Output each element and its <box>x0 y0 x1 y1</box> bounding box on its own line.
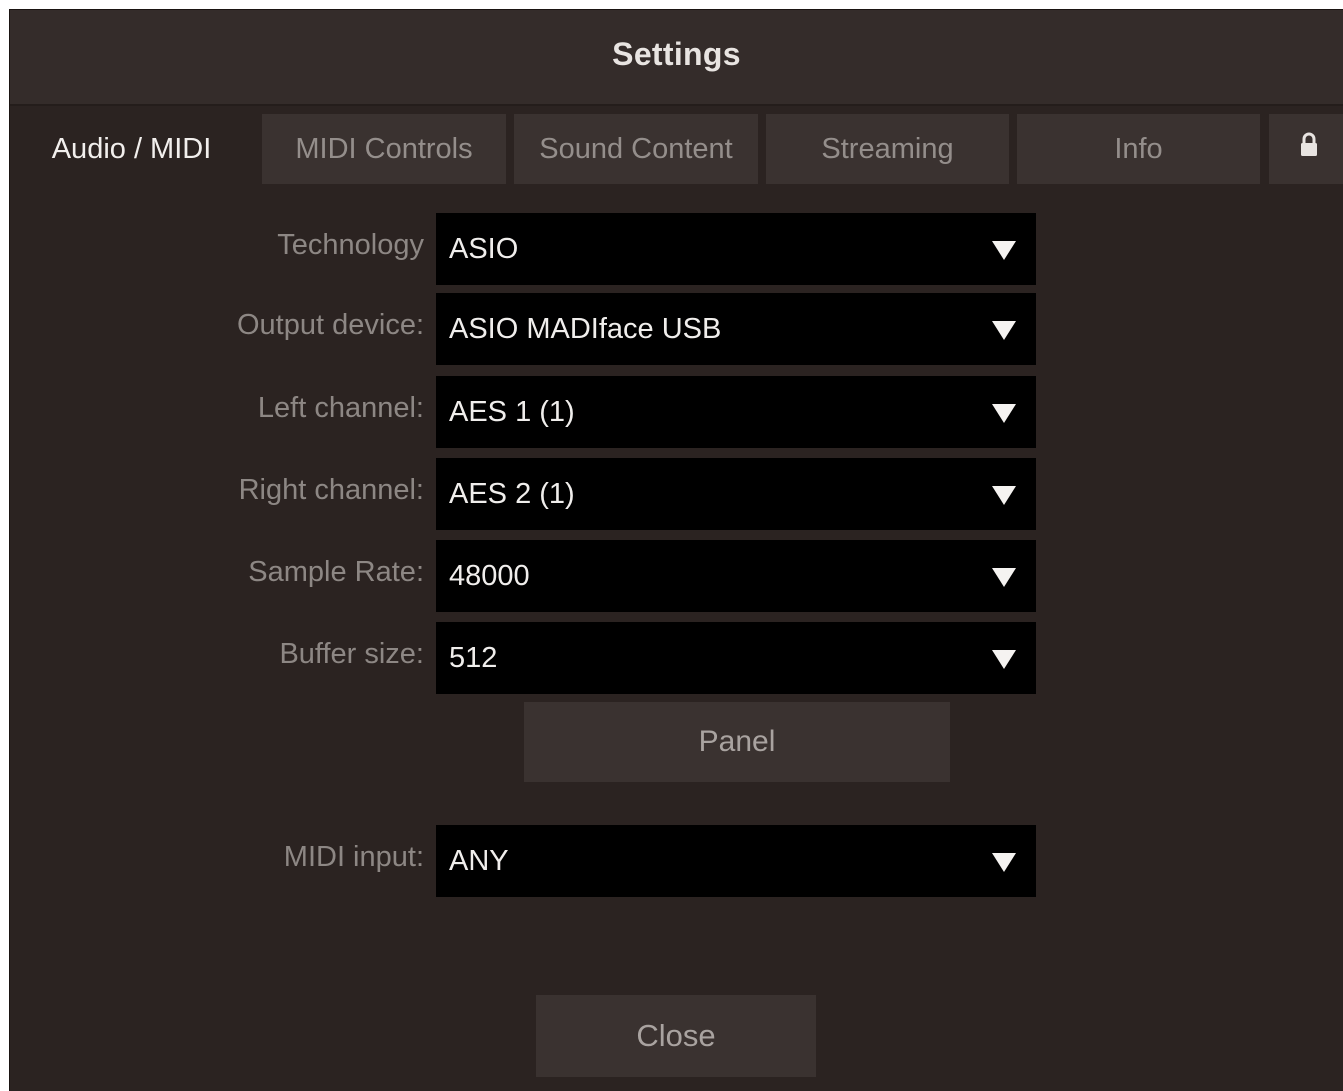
left-channel-value: AES 1 (1) <box>449 396 575 428</box>
dropdown-arrow-icon <box>992 568 1016 587</box>
output-device-label: Output device: <box>237 309 424 341</box>
right-channel-row: Right channel: AES 2 (1) <box>10 458 1343 530</box>
buffer-size-value: 512 <box>449 642 498 674</box>
dropdown-arrow-icon <box>992 404 1016 423</box>
output-device-select[interactable]: ASIO MADIface USB <box>436 293 1036 365</box>
tab-bar: Audio / MIDI MIDI Controls Sound Content… <box>10 114 1343 184</box>
buffer-size-row: Buffer size: 512 <box>10 622 1343 694</box>
right-channel-label: Right channel: <box>238 474 424 506</box>
left-channel-label: Left channel: <box>257 392 424 424</box>
dropdown-arrow-icon <box>992 853 1016 872</box>
window-title: Settings <box>612 36 741 72</box>
tab-midi-controls[interactable]: MIDI Controls <box>262 114 506 184</box>
settings-window: Settings Audio / MIDI MIDI Controls Soun… <box>9 9 1343 1091</box>
sample-rate-label: Sample Rate: <box>248 556 424 588</box>
tab-streaming[interactable]: Streaming <box>766 114 1009 184</box>
output-device-value: ASIO MADIface USB <box>449 313 722 345</box>
right-channel-select[interactable]: AES 2 (1) <box>436 458 1036 530</box>
left-channel-select[interactable]: AES 1 (1) <box>436 376 1036 448</box>
midi-input-select[interactable]: ANY <box>436 825 1036 897</box>
sample-rate-select[interactable]: 48000 <box>436 540 1036 612</box>
dropdown-arrow-icon <box>992 321 1016 340</box>
title-bar: Settings <box>10 10 1343 106</box>
close-button[interactable]: Close <box>536 995 816 1077</box>
sample-rate-row: Sample Rate: 48000 <box>10 540 1343 612</box>
dropdown-arrow-icon <box>992 650 1016 669</box>
buffer-size-select[interactable]: 512 <box>436 622 1036 694</box>
dropdown-arrow-icon <box>992 241 1016 260</box>
tab-info[interactable]: Info <box>1017 114 1260 184</box>
lock-icon <box>1299 114 1319 184</box>
technology-label: Technology <box>277 229 424 261</box>
tab-audio-midi[interactable]: Audio / MIDI <box>10 114 253 184</box>
output-device-row: Output device: ASIO MADIface USB <box>10 293 1343 365</box>
sample-rate-value: 48000 <box>449 560 530 592</box>
technology-row: Technology ASIO <box>10 213 1343 285</box>
technology-select[interactable]: ASIO <box>436 213 1036 285</box>
technology-value: ASIO <box>449 233 519 265</box>
buffer-size-label: Buffer size: <box>279 638 424 670</box>
tab-lock[interactable] <box>1269 114 1343 184</box>
tab-sound-content[interactable]: Sound Content <box>514 114 758 184</box>
midi-input-label: MIDI input: <box>283 841 424 873</box>
left-channel-row: Left channel: AES 1 (1) <box>10 376 1343 448</box>
midi-input-row: MIDI input: ANY <box>10 825 1343 897</box>
panel-button[interactable]: Panel <box>524 702 950 782</box>
dropdown-arrow-icon <box>992 486 1016 505</box>
midi-input-value: ANY <box>449 845 509 877</box>
right-channel-value: AES 2 (1) <box>449 478 575 510</box>
